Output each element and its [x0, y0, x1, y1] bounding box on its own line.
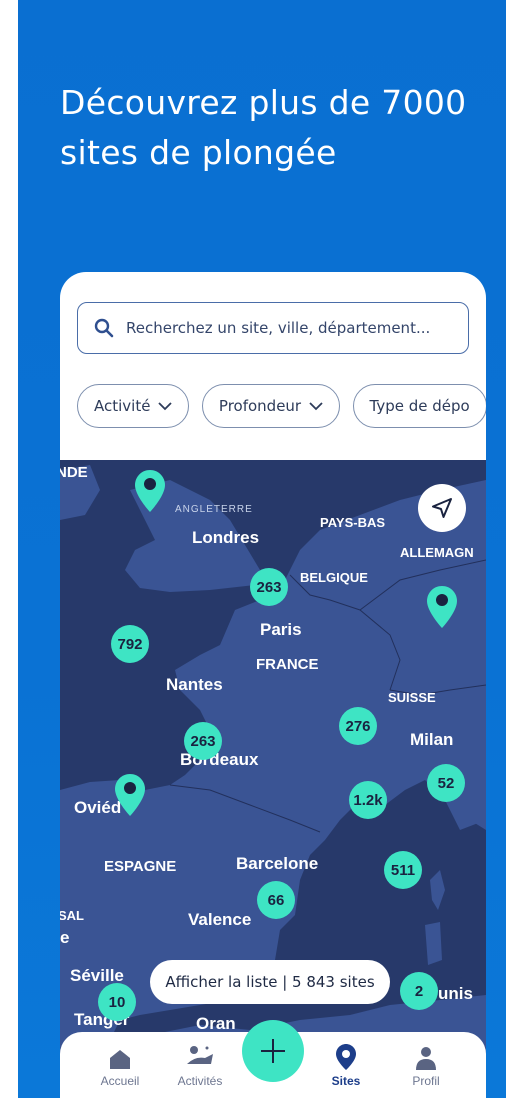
cluster-marker[interactable]: 1.2k [349, 781, 387, 819]
left-margin [0, 0, 18, 1098]
headline-line-2: sites de plongée [60, 133, 337, 172]
tab-sites[interactable]: Sites [306, 1042, 386, 1088]
filter-activity[interactable]: Activité [77, 384, 190, 428]
filter-depth[interactable]: Profondeur [201, 384, 341, 428]
label-oran: Oran [196, 1014, 236, 1033]
label-nantes: Nantes [166, 675, 223, 694]
tab-activities-label: Activités [177, 1074, 223, 1088]
label-tunis: unis [438, 984, 473, 1003]
tab-home[interactable]: Accueil [80, 1042, 160, 1088]
label-england: ANGLETERRE [175, 504, 253, 515]
chevron-down-icon [158, 402, 173, 411]
label-portugal: SAL [60, 908, 84, 923]
cluster-marker[interactable]: 2 [400, 972, 438, 1010]
search-icon [94, 318, 114, 338]
map-pin-icon[interactable] [115, 774, 145, 816]
home-icon [110, 1050, 130, 1069]
label-spain: ESPAGNE [104, 858, 177, 875]
filter-label: Type de dépo [369, 397, 470, 415]
cluster-marker[interactable]: 66 [257, 881, 295, 919]
label-ireland: NDE [60, 464, 88, 481]
headline-line-1: Découvrez plus de 7000 [60, 83, 467, 122]
map-pin-icon[interactable] [135, 470, 165, 512]
label-france: FRANCE [256, 656, 319, 673]
tab-activities[interactable]: Activités [160, 1042, 240, 1088]
add-button[interactable] [242, 1020, 304, 1082]
diver-icon [187, 1046, 213, 1064]
label-valencia: Valence [188, 910, 252, 929]
headline: Découvrez plus de 7000 sites de plongée [60, 78, 480, 178]
chevron-down-icon [309, 402, 323, 411]
label-germany: ALLEMAGN [400, 545, 474, 560]
label-switzerland: SUISSE [388, 690, 436, 705]
label-netherlands: PAYS-BAS [320, 515, 386, 530]
tab-profile-label: Profil [412, 1074, 440, 1088]
location-pin-icon [336, 1044, 356, 1070]
label-milan: Milan [410, 730, 454, 749]
map-pin-icon[interactable] [427, 586, 457, 628]
filter-dive-type[interactable]: Type de dépo [352, 384, 486, 428]
search-input[interactable]: Recherchez un site, ville, département..… [77, 302, 469, 354]
filter-chips: Activité Profondeur Type de dépo [77, 384, 486, 430]
cluster-marker[interactable]: 511 [384, 851, 422, 889]
cluster-marker[interactable]: 792 [111, 625, 149, 663]
map-view[interactable]: NDE ANGLETERRE Londres PAYS-BAS ALLEMAGN… [60, 460, 486, 1098]
cluster-marker[interactable]: 52 [427, 764, 465, 802]
show-list-button[interactable]: Afficher la liste | 5 843 sites [150, 960, 390, 1004]
cluster-marker[interactable]: 276 [339, 707, 377, 745]
plus-icon [261, 1039, 285, 1063]
label-belgium: BELGIQUE [300, 570, 368, 585]
phone-screen: Recherchez un site, ville, département..… [60, 272, 486, 1098]
cluster-marker[interactable]: 10 [98, 983, 136, 1021]
label-paris: Paris [260, 620, 302, 639]
filter-label: Activité [94, 397, 151, 415]
navigation-arrow-icon [432, 498, 452, 518]
tab-sites-label: Sites [331, 1074, 361, 1088]
cluster-marker[interactable]: 263 [250, 568, 288, 606]
bottom-tab-bar: Accueil Activités Sites Profil [60, 1020, 486, 1098]
tab-profile[interactable]: Profil [386, 1042, 466, 1088]
cluster-marker[interactable]: 263 [184, 722, 222, 760]
label-e: e [60, 928, 70, 947]
search-placeholder: Recherchez un site, ville, département..… [126, 319, 431, 337]
user-icon [416, 1047, 436, 1070]
label-london: Londres [192, 528, 260, 547]
label-barcelona: Barcelone [236, 854, 319, 873]
filter-label: Profondeur [218, 397, 302, 415]
locate-me-button[interactable] [418, 484, 466, 532]
tab-home-label: Accueil [100, 1074, 140, 1088]
